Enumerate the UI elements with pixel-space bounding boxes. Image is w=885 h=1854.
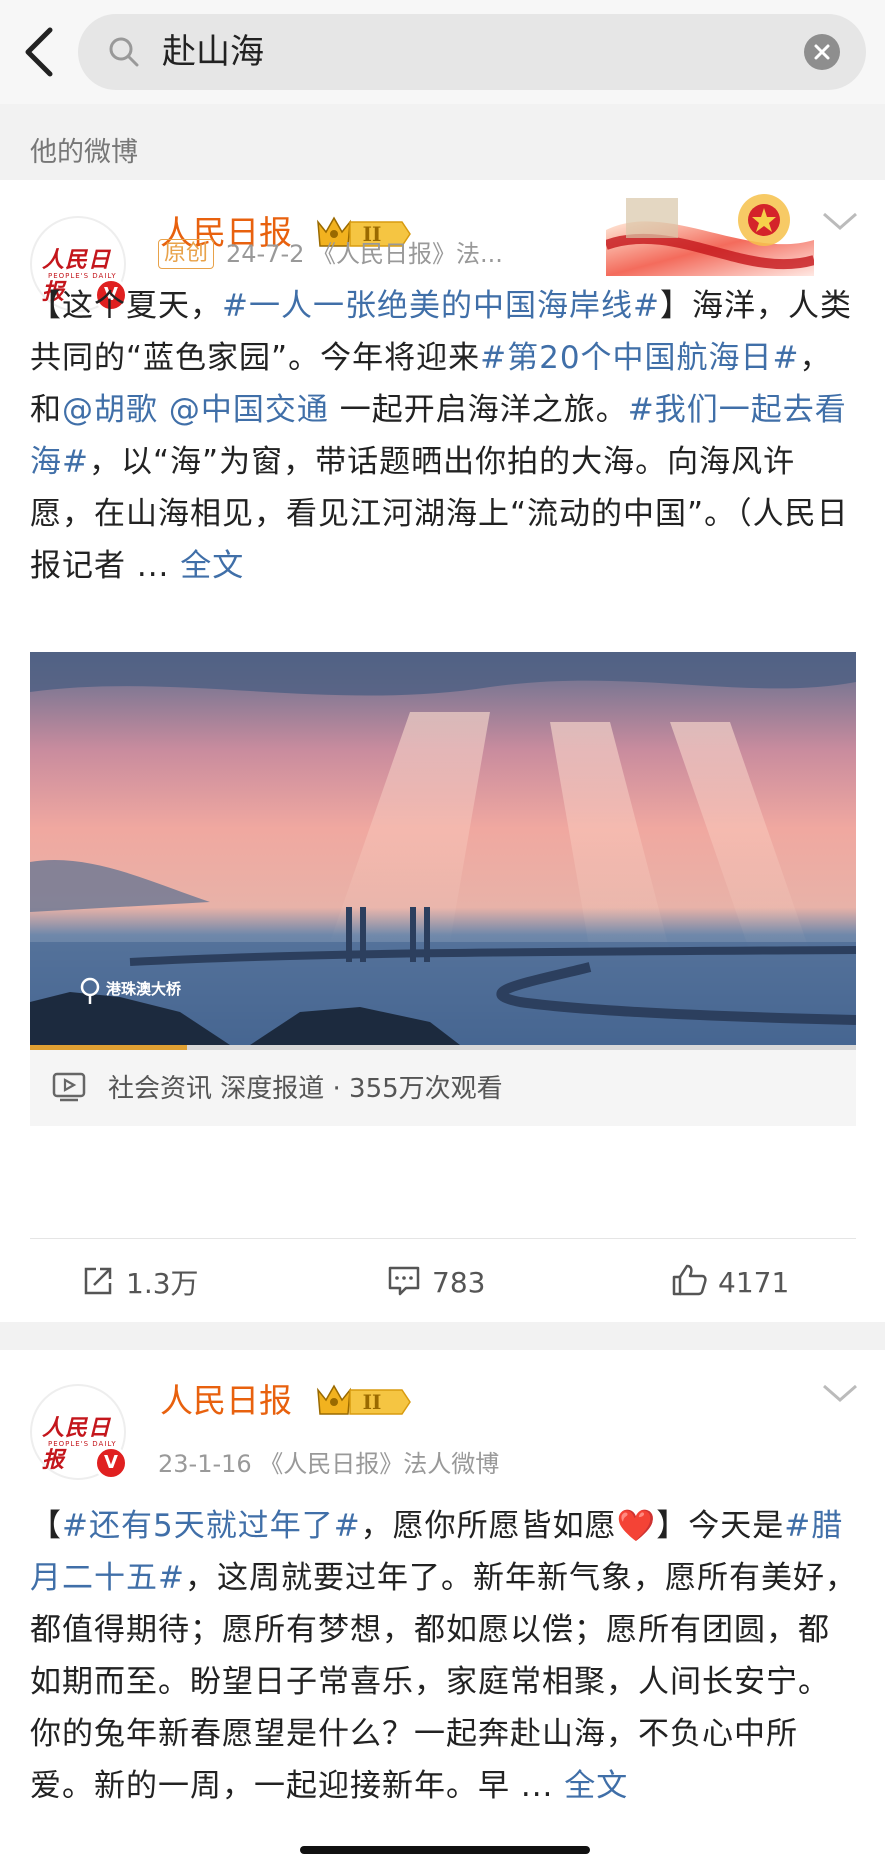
comment-icon: [388, 1266, 420, 1296]
post-text: 【#还有5天就过年了#，愿你所愿皆如愿❤️】今天是#腊月二十五#，这周就要过年了…: [30, 1500, 858, 1812]
video-info-bar[interactable]: 社会资讯 深度报道 · 355万次观看: [30, 1050, 856, 1126]
post-card[interactable]: 人民日报 PEOPLE'S DAILY V 人民日报 II 原创 24-7-2 《…: [0, 180, 885, 1322]
chevron-down-icon[interactable]: [820, 1382, 860, 1406]
post-text-segment: [158, 392, 169, 428]
section-label: 他的微博: [30, 137, 138, 168]
comment-count: 783: [432, 1266, 486, 1299]
post-text-segment: ，以“海”为窗，带话题晒出你拍的大海。向海风许愿，在山海相见，看见江河湖海上“流…: [30, 444, 849, 584]
post-meta: 原创 24-7-2 《人民日报》法...: [158, 234, 503, 269]
topic-link[interactable]: #第20个中国航海日#: [480, 340, 799, 376]
crown-level-badge-icon: II: [317, 1384, 411, 1415]
top-bar: 赴山海: [0, 0, 885, 104]
topic-link[interactable]: @中国交通: [169, 392, 329, 428]
post-meta: 23-1-16 《人民日报》法人微博: [158, 1450, 500, 1478]
author-name[interactable]: 人民日报: [160, 1374, 292, 1422]
search-icon: [109, 37, 139, 67]
post-time-source: 24-7-2 《人民日报》法...: [226, 240, 503, 268]
repost-icon: [84, 1267, 112, 1295]
post-text-segment: 一起开启海洋之旅。: [328, 392, 628, 428]
comment-button[interactable]: 783: [386, 1262, 485, 1299]
chevron-down-icon[interactable]: [820, 210, 860, 234]
video-play-icon: [52, 1072, 86, 1102]
repost-count: 1.3万: [126, 1267, 199, 1300]
like-count: 4171: [718, 1266, 790, 1299]
image-location-label: 港珠澳大桥: [106, 980, 182, 998]
like-button[interactable]: 4171: [670, 1262, 789, 1299]
close-icon: [814, 44, 830, 60]
level-badge-text: II: [363, 1390, 382, 1414]
original-badge: 原创: [158, 239, 215, 269]
post-text-segment: 【: [30, 1508, 62, 1544]
verified-badge-icon: V: [94, 1446, 128, 1480]
national-emblem-banner: [606, 194, 814, 276]
thumbs-up-icon: [672, 1264, 707, 1296]
divider: [30, 1238, 856, 1239]
search-query[interactable]: 赴山海: [162, 28, 264, 76]
post-text-segment: 【这个夏天，: [30, 288, 222, 324]
post-text-segment: ，这周就要过年了。新年新气象，愿所有美好，都值得期待；愿所有梦想，都如愿以偿；愿…: [30, 1560, 857, 1804]
post-text: 【这个夏天，#一人一张绝美的中国海岸线#】海洋，人类共同的“蓝色家园”。今年将迎…: [30, 280, 858, 592]
repost-button[interactable]: 1.3万: [80, 1262, 199, 1302]
search-bar[interactable]: 赴山海: [78, 14, 866, 90]
video-info-text: 社会资讯 深度报道 · 355万次观看: [108, 1074, 503, 1104]
topic-link[interactable]: #一人一张绝美的中国海岸线#: [222, 288, 660, 324]
post-text-segment: ，愿你所愿皆如愿❤️】今天是: [360, 1508, 785, 1544]
clear-search-button[interactable]: [804, 34, 840, 70]
back-button[interactable]: [20, 22, 60, 82]
full-text-link[interactable]: 全文: [564, 1768, 628, 1804]
post-card[interactable]: 人民日报 PEOPLE'S DAILY V 人民日报 II 23-1-16 《人…: [0, 1350, 885, 1854]
full-text-link[interactable]: 全文: [180, 548, 244, 584]
topic-link[interactable]: #还有5天就过年了#: [62, 1508, 361, 1544]
home-indicator: [300, 1846, 590, 1854]
avatar[interactable]: 人民日报 PEOPLE'S DAILY V: [30, 1384, 128, 1480]
back-arrow-icon: [25, 27, 53, 77]
topic-link[interactable]: @胡歌: [62, 392, 158, 428]
video-thumbnail[interactable]: 港珠澳大桥: [30, 652, 856, 1045]
